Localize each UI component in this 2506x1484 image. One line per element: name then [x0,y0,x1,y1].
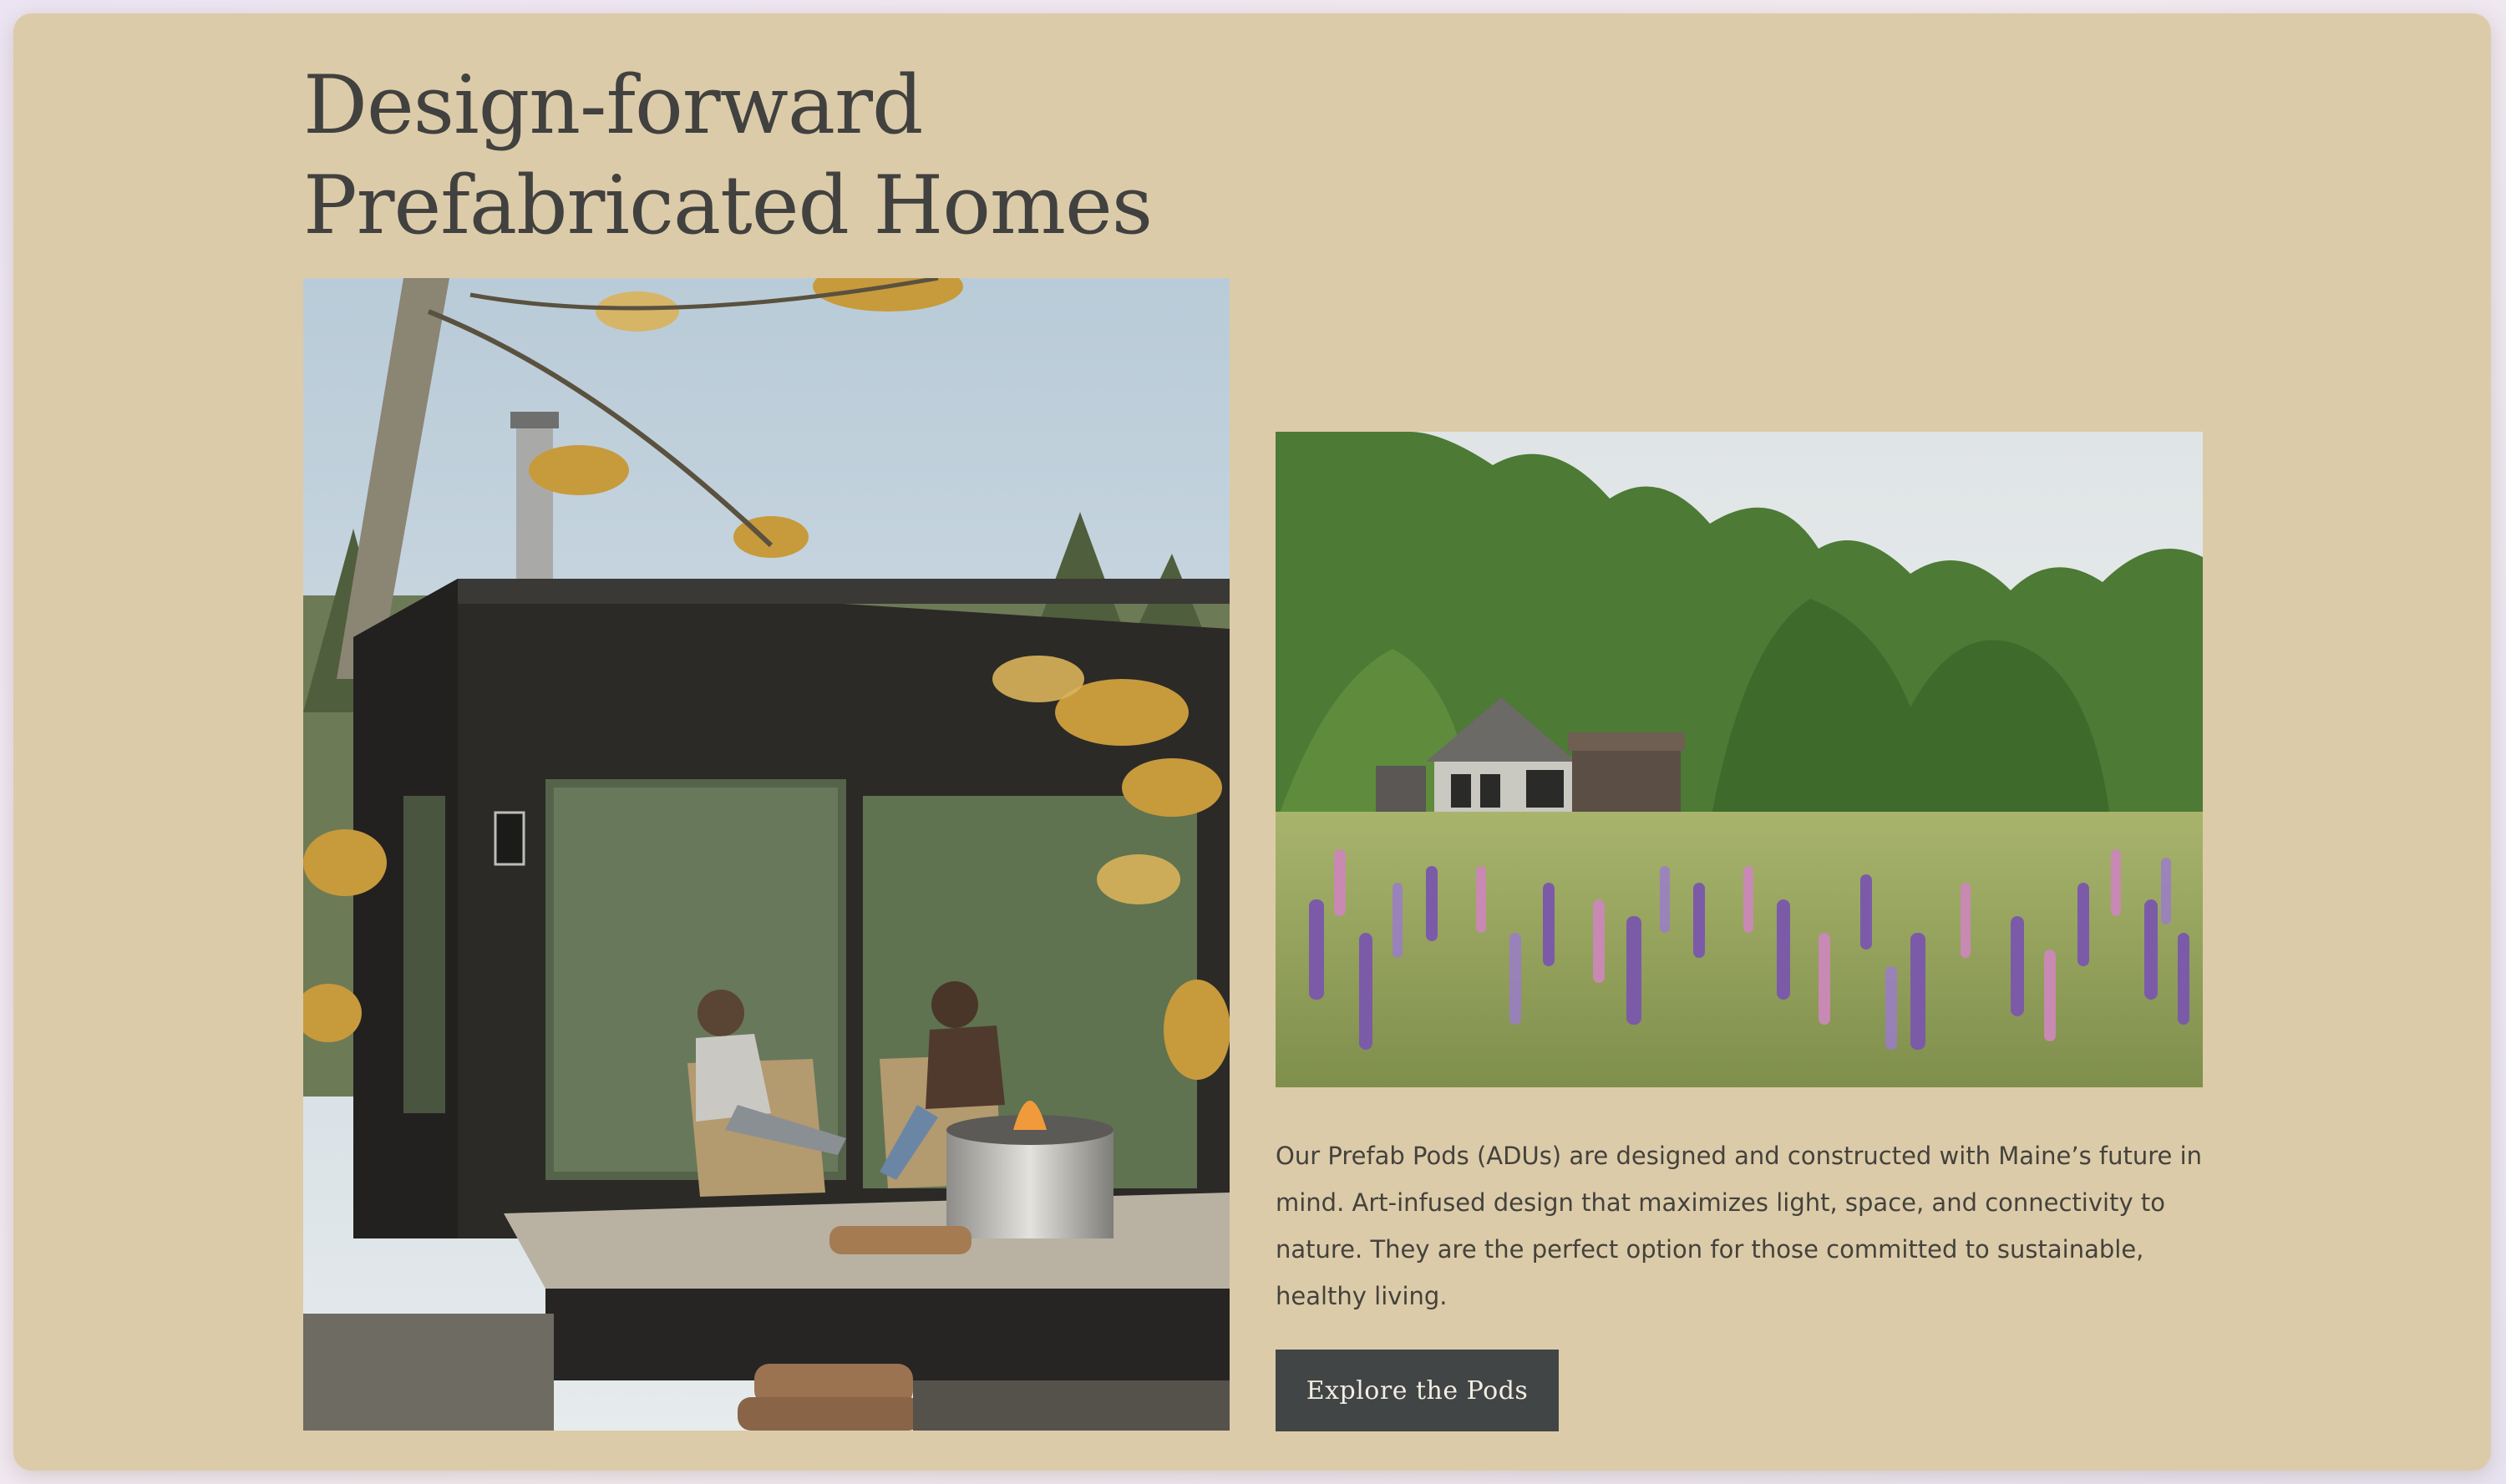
window-frame: Design-forward Prefabricated Homes Our P… [0,0,2506,1484]
pod-patio-illustration [303,278,1230,1431]
meadow-house-illustration [1276,432,2203,1087]
meadow-house-photo [1276,432,2203,1087]
page-title: Design-forward Prefabricated Homes [303,58,1153,252]
hero-section: Design-forward Prefabricated Homes Our P… [13,13,2491,1471]
explore-pods-button[interactable]: Explore the Pods [1276,1350,1559,1431]
pods-description: Our Prefab Pods (ADUs) are designed and … [1276,1142,2203,1310]
pod-patio-photo [303,278,1230,1431]
